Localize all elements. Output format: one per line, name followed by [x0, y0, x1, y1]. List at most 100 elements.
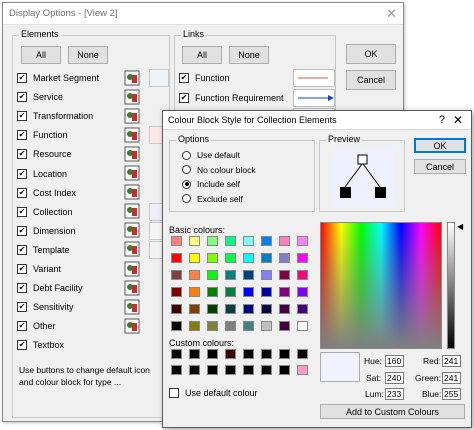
- basic-colour-swatch[interactable]: [207, 321, 218, 331]
- dimension-ruler-icon[interactable]: [123, 222, 141, 239]
- element-checkbox[interactable]: ✔: [17, 283, 27, 294]
- elements-all-button[interactable]: All: [21, 46, 61, 64]
- basic-colour-swatch[interactable]: [171, 321, 182, 331]
- elements-none-button[interactable]: None: [68, 46, 108, 64]
- link-checkbox[interactable]: ✔: [179, 73, 189, 83]
- colour-block-empty[interactable]: [149, 88, 169, 106]
- basic-colour-swatch[interactable]: [225, 253, 236, 263]
- basic-colour-swatch[interactable]: [261, 287, 272, 297]
- element-row-location[interactable]: ✔ Location: [17, 166, 167, 182]
- basic-colour-swatch[interactable]: [243, 304, 254, 314]
- basic-colour-swatch[interactable]: [189, 236, 200, 246]
- element-row-service[interactable]: ✔ Service: [17, 89, 167, 105]
- link-style-button[interactable]: [293, 69, 335, 87]
- custom-colour-swatch[interactable]: [261, 365, 272, 375]
- basic-colour-swatch[interactable]: [279, 236, 290, 246]
- element-row-other[interactable]: ✔ Other: [17, 318, 167, 334]
- radio-use-default[interactable]: Use default: [182, 149, 240, 161]
- custom-colour-swatch[interactable]: [279, 349, 290, 359]
- basic-colour-swatch[interactable]: [189, 321, 200, 331]
- other-grid-icon[interactable]: [123, 317, 141, 334]
- basic-colour-swatch[interactable]: [279, 270, 290, 280]
- element-row-textbox[interactable]: ✔ Textbox: [17, 337, 167, 353]
- basic-colour-swatch[interactable]: [279, 253, 290, 263]
- cost-tag-icon[interactable]: [123, 184, 141, 201]
- basic-colour-swatch[interactable]: [279, 287, 290, 297]
- luminance-arrow-icon[interactable]: ◀: [457, 222, 463, 231]
- basic-colour-swatch[interactable]: [189, 287, 200, 297]
- basic-colour-swatch[interactable]: [243, 253, 254, 263]
- basic-colour-swatch[interactable]: [171, 236, 182, 246]
- link-row-function[interactable]: ✔ Function: [179, 70, 299, 86]
- element-checkbox[interactable]: ✔: [17, 206, 27, 217]
- basic-colour-swatch[interactable]: [261, 304, 272, 314]
- basic-colour-swatch[interactable]: [297, 321, 308, 331]
- sensitivity-cards-icon[interactable]: [123, 298, 141, 315]
- custom-colour-swatch[interactable]: [171, 365, 182, 375]
- basic-colour-swatch[interactable]: [207, 236, 218, 246]
- element-row-debt-facility[interactable]: ✔ Debt Facility: [17, 280, 167, 296]
- radio-button[interactable]: [182, 150, 191, 160]
- green-input[interactable]: 241: [442, 372, 461, 384]
- links-none-button[interactable]: None: [229, 46, 269, 64]
- basic-colour-swatch[interactable]: [225, 270, 236, 280]
- element-checkbox[interactable]: ✔: [17, 149, 27, 160]
- custom-colour-swatch[interactable]: [207, 365, 218, 375]
- ok-button[interactable]: OK: [346, 44, 396, 64]
- basic-colour-swatch[interactable]: [243, 287, 254, 297]
- custom-colour-swatch[interactable]: [189, 365, 200, 375]
- element-checkbox[interactable]: ✔: [17, 111, 27, 122]
- basic-colour-swatch[interactable]: [297, 253, 308, 263]
- use-default-colour-checkbox[interactable]: [169, 388, 179, 398]
- blue-input[interactable]: 255: [442, 388, 461, 400]
- element-row-market-segment[interactable]: ✔ Market Segment: [17, 70, 167, 86]
- custom-colour-swatch[interactable]: [225, 349, 236, 359]
- basic-colour-swatch[interactable]: [243, 270, 254, 280]
- help-icon[interactable]: ?: [439, 114, 445, 126]
- custom-colour-swatch[interactable]: [225, 365, 236, 375]
- radio-button[interactable]: [182, 179, 191, 189]
- custom-colour-swatch[interactable]: [207, 349, 218, 359]
- element-row-template[interactable]: ✔ Template: [17, 242, 167, 258]
- basic-colour-swatch[interactable]: [279, 304, 290, 314]
- service-tools-icon[interactable]: [123, 88, 141, 105]
- custom-colour-swatch[interactable]: [171, 349, 182, 359]
- element-checkbox[interactable]: ✔: [17, 302, 27, 313]
- element-checkbox[interactable]: ✔: [17, 187, 27, 198]
- dialog-close-icon[interactable]: ✕: [453, 113, 463, 127]
- basic-colour-swatch[interactable]: [189, 304, 200, 314]
- collection-cloud-icon[interactable]: [123, 203, 141, 220]
- basic-colour-swatch[interactable]: [261, 321, 272, 331]
- link-row-function-requirement[interactable]: ✔ Function Requirement: [179, 90, 299, 106]
- element-row-cost-index[interactable]: ✔ Cost Index: [17, 185, 167, 201]
- radio-button[interactable]: [182, 194, 191, 203]
- basic-colour-swatch[interactable]: [297, 304, 308, 314]
- element-row-variant[interactable]: ✔ Variant: [17, 261, 167, 277]
- basic-colour-swatch[interactable]: [243, 321, 254, 331]
- basic-colour-swatch[interactable]: [225, 236, 236, 246]
- link-checkbox[interactable]: ✔: [179, 92, 189, 103]
- custom-colour-swatch[interactable]: [243, 349, 254, 359]
- close-icon[interactable]: ✕: [386, 6, 397, 22]
- custom-colour-swatch[interactable]: [279, 365, 290, 375]
- element-checkbox[interactable]: ✔: [17, 340, 27, 351]
- basic-colour-swatch[interactable]: [171, 270, 182, 280]
- links-all-button[interactable]: All: [182, 46, 222, 64]
- element-checkbox[interactable]: ✔: [17, 244, 27, 255]
- basic-colour-swatch[interactable]: [297, 270, 308, 280]
- basic-colour-swatch[interactable]: [189, 270, 200, 280]
- element-checkbox[interactable]: ✔: [17, 225, 27, 236]
- radio-button[interactable]: [182, 165, 191, 174]
- transformation-chart-icon[interactable]: [123, 107, 141, 124]
- element-row-collection[interactable]: ✔ Collection: [17, 204, 167, 220]
- basic-colour-swatch[interactable]: [171, 287, 182, 297]
- resource-calculator-icon[interactable]: [123, 145, 141, 162]
- basic-colour-swatch[interactable]: [261, 236, 272, 246]
- radio-no-colour-block[interactable]: No colour block: [182, 164, 256, 176]
- custom-colour-swatch[interactable]: [189, 349, 200, 359]
- variant-shapes-icon[interactable]: [123, 260, 141, 277]
- basic-colour-swatch[interactable]: [243, 236, 254, 246]
- luminance-slider[interactable]: [447, 222, 455, 349]
- people-icon[interactable]: [123, 69, 141, 86]
- function-chart-icon[interactable]: [123, 126, 141, 143]
